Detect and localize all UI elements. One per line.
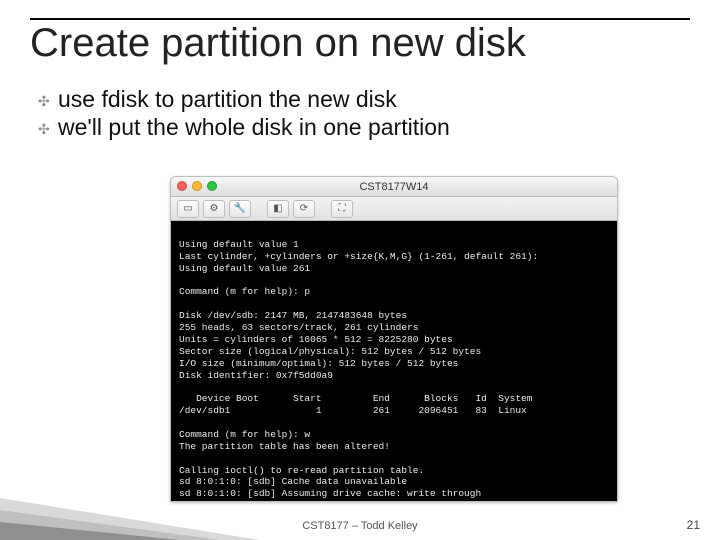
window-titlebar: CST8177W14 <box>171 177 617 197</box>
bullet-text: use fdisk to partition the new disk <box>58 86 397 112</box>
close-icon[interactable] <box>177 181 187 191</box>
bullet-item: ✣use fdisk to partition the new disk <box>36 86 690 114</box>
minimize-icon[interactable] <box>192 181 202 191</box>
terminal-window: CST8177W14 ▭ ⚙ 🔧 ◧ ⟳ ⛶ Using default val… <box>170 176 618 502</box>
monitor-icon[interactable]: ▭ <box>177 200 199 218</box>
window-traffic-lights <box>177 181 217 191</box>
terminal-output: Using default value 1 Last cylinder, +cy… <box>171 221 617 501</box>
window-title: CST8177W14 <box>359 181 428 193</box>
tag-icon[interactable]: ◧ <box>267 200 289 218</box>
title-rule <box>30 18 690 20</box>
bullet-text: we'll put the whole disk in one partitio… <box>58 114 450 140</box>
window-toolbar: ▭ ⚙ 🔧 ◧ ⟳ ⛶ <box>171 197 617 221</box>
bullet-list: ✣use fdisk to partition the new disk ✣we… <box>30 86 690 141</box>
slide: Create partition on new disk ✣use fdisk … <box>0 0 720 540</box>
slide-title: Create partition on new disk <box>30 22 690 64</box>
gear-icon[interactable]: ⚙ <box>203 200 225 218</box>
refresh-icon[interactable]: ⟳ <box>293 200 315 218</box>
fullscreen-icon[interactable]: ⛶ <box>331 200 353 218</box>
bullet-item: ✣we'll put the whole disk in one partiti… <box>36 114 690 142</box>
zoom-icon[interactable] <box>207 181 217 191</box>
slide-footer: CST8177 – Todd Kelley <box>0 520 720 532</box>
page-number: 21 <box>687 518 700 532</box>
wrench-icon[interactable]: 🔧 <box>229 200 251 218</box>
